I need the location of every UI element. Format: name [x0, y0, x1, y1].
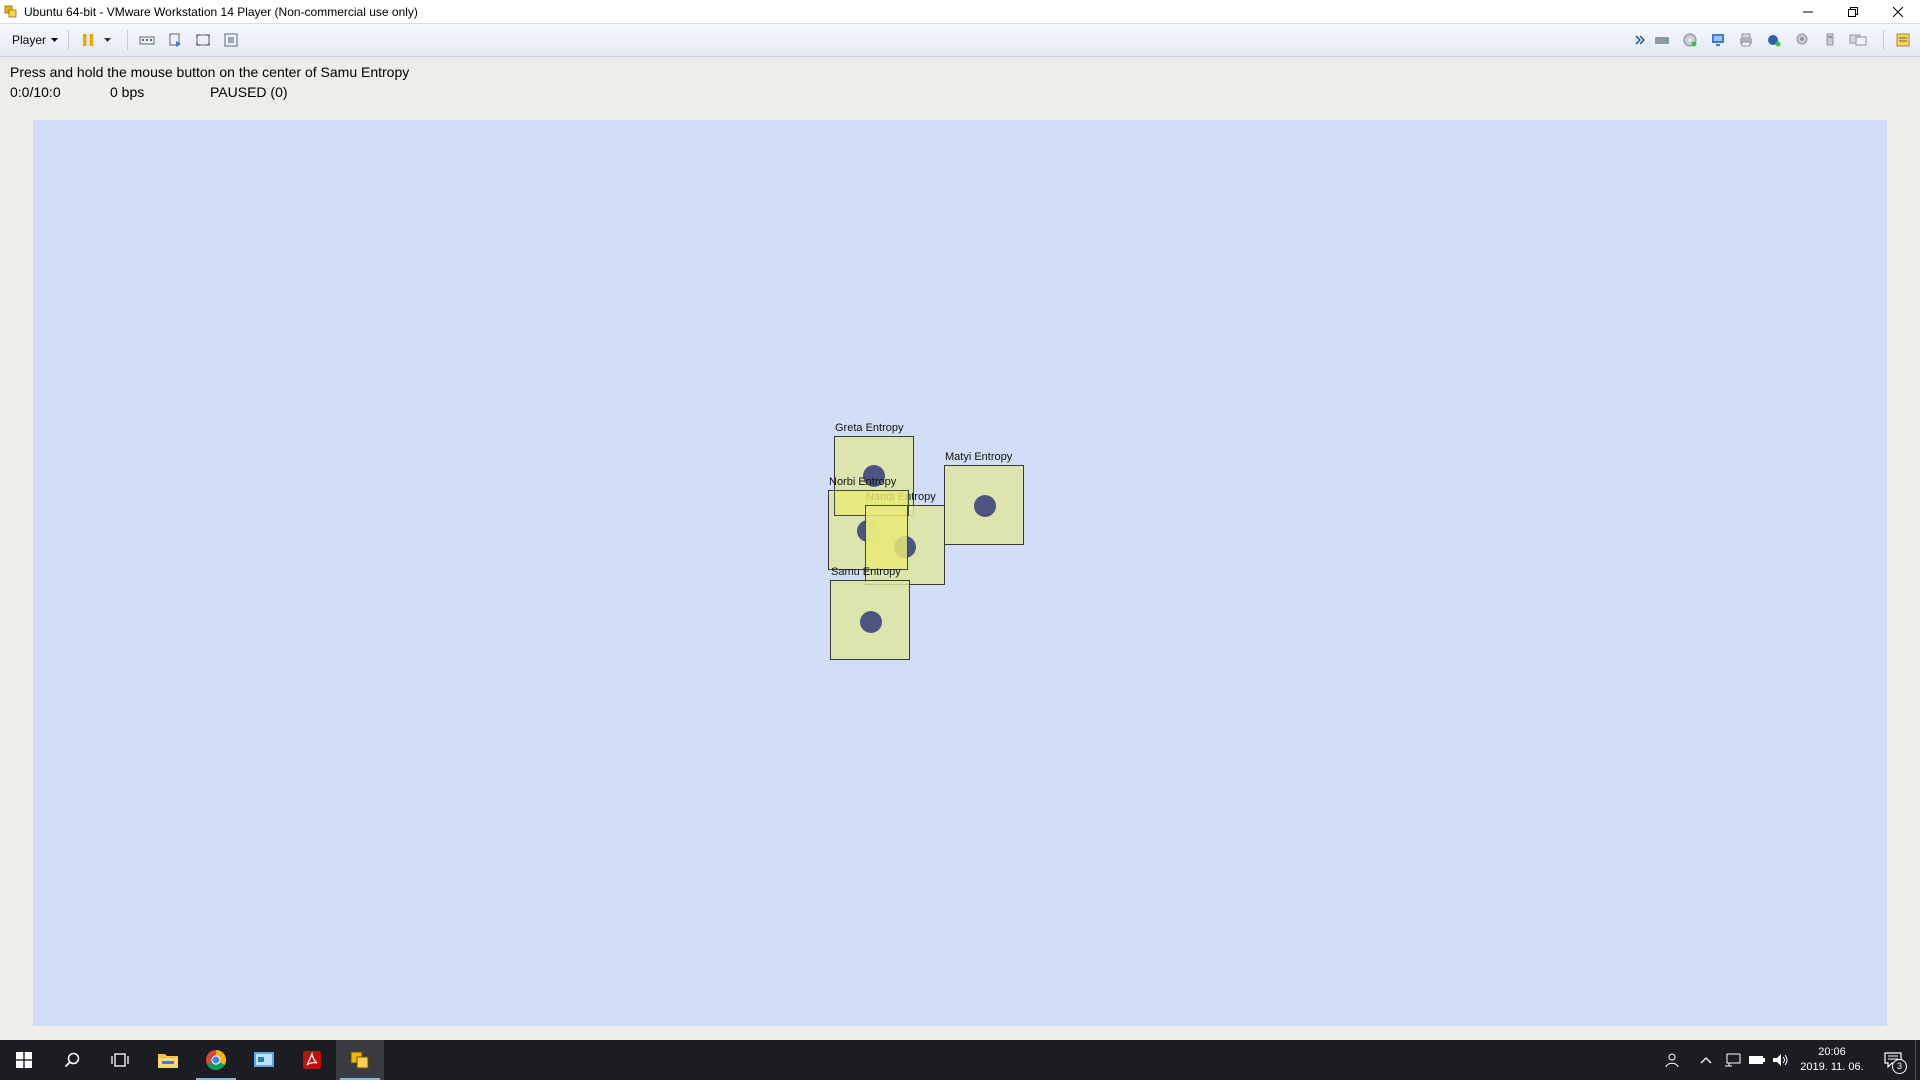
cd-dvd-icon[interactable] [1679, 29, 1701, 51]
chrome-icon [206, 1050, 226, 1070]
taskbar-acrobat[interactable] [288, 1040, 336, 1080]
folder-icon [158, 1054, 178, 1068]
action-center-button[interactable]: 3 [1871, 1040, 1915, 1080]
network-icon[interactable] [1721, 1040, 1745, 1080]
title-bar: Ubuntu 64-bit - VMware Workstation 14 Pl… [0, 0, 1920, 24]
toolbar-separator [68, 30, 70, 50]
task-view-icon [111, 1053, 129, 1067]
unit-samu[interactable]: Samu Entropy [830, 566, 910, 660]
unit-name: Norbi Entropy [829, 476, 897, 488]
task-view-button[interactable] [96, 1040, 144, 1080]
overlap-region [865, 505, 908, 570]
search-icon [64, 1052, 80, 1068]
taskbar-control-panel[interactable] [240, 1040, 288, 1080]
acrobat-icon [303, 1051, 321, 1069]
unit-name: Greta Entropy [835, 422, 904, 434]
vmware-toolbar: Player [0, 24, 1920, 57]
close-icon [1892, 6, 1903, 17]
chevron-up-icon[interactable] [1691, 1040, 1721, 1080]
people-icon[interactable] [1655, 1040, 1691, 1080]
more-devices-icon[interactable] [1633, 29, 1647, 51]
unit-center-dot[interactable] [974, 495, 996, 517]
clock-date: 2019. 11. 06. [1800, 1061, 1864, 1073]
camera-icon[interactable] [1791, 29, 1813, 51]
unity-button[interactable] [220, 29, 242, 51]
unit-matyi[interactable]: Matyi Entropy [944, 451, 1024, 545]
chevron-down-icon [103, 38, 111, 42]
instruction-text: Press and hold the mouse button on the c… [10, 64, 410, 80]
unit-name: Matyi Entropy [945, 451, 1013, 463]
display-icon[interactable] [1847, 29, 1869, 51]
game-arena[interactable]: Greta Entropy Matyi Entropy Norbi Entrop… [33, 120, 1887, 1026]
device-icon [169, 33, 182, 47]
window-controls [1785, 0, 1920, 23]
battery-icon[interactable] [1745, 1040, 1769, 1080]
window-title: Ubuntu 64-bit - VMware Workstation 14 Pl… [24, 4, 418, 19]
close-button[interactable] [1875, 0, 1920, 23]
vmware-icon [3, 4, 19, 20]
minimize-button[interactable] [1785, 0, 1830, 23]
time-counter: 0:0/10:0 [10, 84, 61, 100]
control-panel-icon [254, 1052, 274, 1067]
paused-status: PAUSED (0) [210, 84, 288, 100]
clock-time: 20:06 [1818, 1046, 1846, 1058]
start-button[interactable] [0, 1040, 48, 1080]
chevron-down-icon [51, 38, 59, 42]
windows-logo-icon [16, 1052, 32, 1068]
message-log-icon[interactable] [1892, 29, 1914, 51]
send-ctrl-alt-del-button[interactable] [136, 29, 158, 51]
restore-button[interactable] [1830, 0, 1875, 23]
usb-icon[interactable] [1819, 29, 1841, 51]
notification-count-badge: 3 [1892, 1059, 1907, 1074]
system-tray: 20:06 2019. 11. 06. 3 [1655, 1040, 1920, 1080]
show-desktop-button[interactable] [1915, 1040, 1920, 1080]
taskbar-chrome[interactable] [192, 1040, 240, 1080]
sound-card-icon[interactable] [1763, 29, 1785, 51]
windows-taskbar: 20:06 2019. 11. 06. 3 [0, 1040, 1920, 1080]
toolbar-separator [1883, 30, 1884, 50]
bitrate-readout: 0 bps [110, 84, 145, 100]
removable-devices-button[interactable] [164, 29, 186, 51]
vmware-icon [350, 1051, 369, 1069]
restore-icon [1847, 6, 1858, 17]
fullscreen-icon [196, 34, 210, 46]
status-line: 0:0/10:0 0 bps PAUSED (0) [10, 82, 409, 102]
unit-center-dot[interactable] [860, 611, 882, 633]
pause-dropdown-button[interactable] [101, 29, 113, 51]
game-status: Press and hold the mouse button on the c… [10, 62, 409, 102]
toolbar-separator [127, 30, 129, 50]
taskbar-clock[interactable]: 20:06 2019. 11. 06. [1793, 1045, 1871, 1075]
fullscreen-button[interactable] [192, 29, 214, 51]
hard-disk-icon[interactable] [1651, 29, 1673, 51]
search-button[interactable] [48, 1040, 96, 1080]
unit-name: Samu Entropy [831, 566, 901, 578]
volume-icon[interactable] [1769, 1040, 1793, 1080]
printer-icon[interactable] [1735, 29, 1757, 51]
pause-button[interactable] [77, 29, 99, 51]
player-menu-label: Player [12, 33, 47, 47]
pause-icon [83, 34, 94, 46]
unity-icon [224, 33, 238, 47]
minimize-icon [1802, 11, 1813, 12]
taskbar-file-explorer[interactable] [144, 1040, 192, 1080]
keyboard-icon [139, 36, 155, 45]
taskbar-vmware-player[interactable] [336, 1040, 384, 1080]
device-status-icons [1633, 24, 1920, 56]
player-menu[interactable]: Player [10, 29, 60, 51]
network-adapter-icon[interactable] [1707, 29, 1729, 51]
